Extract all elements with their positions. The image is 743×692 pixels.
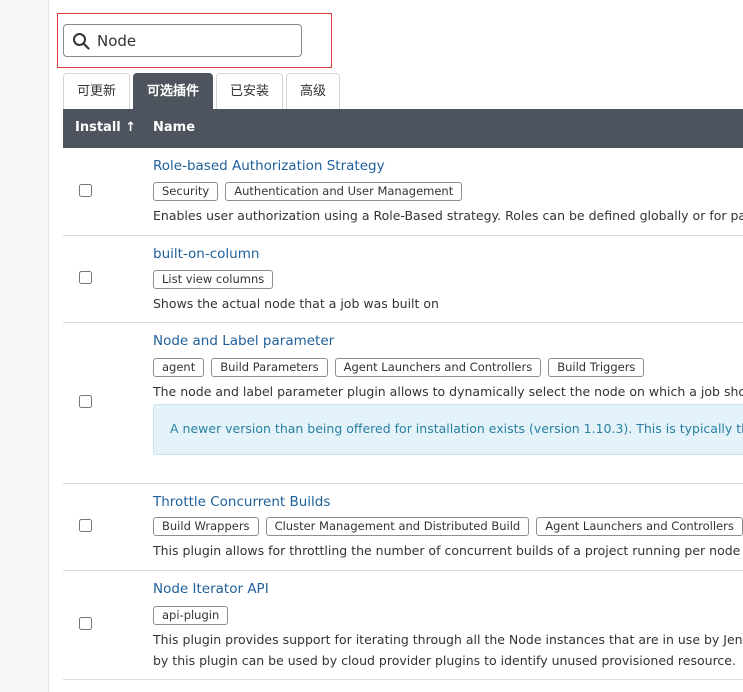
plugin-name-link[interactable]: Node Iterator API [153, 581, 269, 597]
plugin-label-tag[interactable]: Build Parameters [211, 358, 328, 377]
plugin-description: Enables user authorization using a Role-… [153, 208, 743, 223]
table-row: Node and Label parameter agent Build Par… [63, 323, 743, 484]
plugin-label-tag[interactable]: Agent Launchers and Controllers [334, 358, 542, 377]
plugin-tabs: 可更新 可选插件 已安装 高级 [63, 73, 341, 109]
plugin-labels: agent Build Parameters Agent Launchers a… [153, 358, 645, 377]
plugin-label-tag[interactable]: api-plugin [153, 606, 229, 625]
install-checkbox[interactable] [79, 271, 92, 284]
plugin-label-tag[interactable]: List view columns [153, 270, 274, 289]
plugin-label-tag[interactable]: Authentication and User Management [225, 182, 463, 201]
plugin-description: This plugin provides support for iterati… [153, 632, 743, 647]
plugin-label-tag[interactable]: Build Triggers [548, 358, 645, 377]
plugin-label-tag[interactable]: agent [153, 358, 205, 377]
table-row: Throttle Concurrent Builds Build Wrapper… [63, 484, 743, 571]
plugin-label-tag[interactable]: Agent Launchers and Controllers [536, 517, 743, 536]
tab-available[interactable]: 可选插件 [133, 73, 214, 109]
table-row: Node Iterator API api-plugin This plugin… [63, 571, 743, 680]
version-notice-text: A newer version than being offered for i… [170, 421, 743, 436]
install-column-header[interactable]: Install ↑ [75, 120, 136, 135]
plugin-description: Shows the actual node that a job was bui… [153, 296, 439, 311]
install-checkbox[interactable] [79, 519, 92, 532]
plugin-description: The node and label parameter plugin allo… [153, 384, 743, 399]
plugin-name-link[interactable]: Throttle Concurrent Builds [153, 494, 330, 510]
table-row: Role-based Authorization Strategy Securi… [63, 148, 743, 236]
plugin-labels: Build Wrappers Cluster Management and Di… [153, 517, 743, 536]
plugin-name-link[interactable]: Node and Label parameter [153, 333, 334, 349]
name-column-header[interactable]: Name [153, 120, 195, 135]
table-row: built-on-column List view columns Shows … [63, 236, 743, 323]
search-input[interactable] [97, 31, 287, 50]
plugin-name-link[interactable]: Role-based Authorization Strategy [153, 158, 385, 174]
tab-advanced[interactable]: 高级 [286, 73, 341, 109]
tab-updates[interactable]: 可更新 [63, 73, 131, 109]
plugin-description: This plugin allows for throttling the nu… [153, 543, 743, 558]
plugin-label-tag[interactable]: Build Wrappers [153, 517, 259, 536]
plugin-table-header: Install ↑ Name [63, 109, 743, 148]
plugin-label-tag[interactable]: Security [153, 182, 219, 201]
plugin-label-tag[interactable]: Cluster Management and Distributed Build [265, 517, 530, 536]
plugin-labels: Security Authentication and User Managem… [153, 182, 463, 201]
plugin-search-box[interactable] [63, 24, 302, 57]
install-checkbox[interactable] [79, 617, 92, 630]
search-icon [73, 32, 90, 50]
plugin-name-link[interactable]: built-on-column [153, 246, 259, 262]
install-checkbox[interactable] [79, 184, 92, 197]
plugin-labels: api-plugin [153, 606, 229, 625]
install-checkbox[interactable] [79, 395, 92, 408]
version-notice: A newer version than being offered for i… [153, 404, 743, 455]
left-sidebar-edge [0, 0, 49, 692]
plugin-labels: List view columns [153, 270, 274, 289]
plugin-description-continued: by this plugin can be used by cloud prov… [153, 653, 736, 668]
tab-installed[interactable]: 已安装 [216, 73, 284, 109]
